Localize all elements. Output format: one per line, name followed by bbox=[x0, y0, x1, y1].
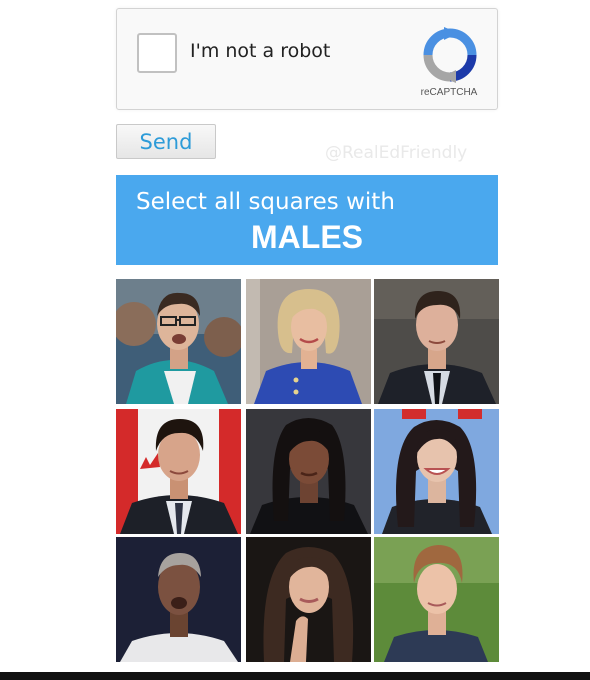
challenge-header: Select all squares with MALES bbox=[116, 175, 498, 265]
send-button[interactable]: Send bbox=[116, 124, 216, 159]
tile-photo-1-1 bbox=[116, 279, 241, 404]
grid-tile-3-2[interactable] bbox=[246, 537, 371, 662]
tile-photo-1-2 bbox=[246, 279, 371, 404]
recaptcha-widget: I'm not a robot reCAPTCHA bbox=[116, 8, 498, 110]
recaptcha-brand: reCAPTCHA bbox=[420, 87, 478, 98]
bottom-bar bbox=[0, 672, 590, 680]
tile-photo-1-3 bbox=[374, 279, 499, 404]
grid-tile-1-3[interactable] bbox=[374, 279, 499, 404]
tile-photo-2-3 bbox=[374, 409, 499, 534]
challenge-instruction: Select all squares with bbox=[136, 189, 395, 215]
grid-tile-1-1[interactable] bbox=[116, 279, 241, 404]
challenge-target: MALES bbox=[251, 219, 363, 255]
grid-tile-2-2[interactable] bbox=[246, 409, 371, 534]
not-robot-label: I'm not a robot bbox=[190, 40, 331, 62]
tile-photo-3-2 bbox=[246, 537, 371, 662]
watermark: @RealEdFriendly bbox=[325, 143, 468, 163]
grid-tile-2-1[interactable] bbox=[116, 409, 241, 534]
grid-tile-2-3[interactable] bbox=[374, 409, 499, 534]
tile-photo-2-2 bbox=[246, 409, 371, 534]
not-robot-checkbox[interactable] bbox=[137, 33, 177, 73]
tile-photo-3-1 bbox=[116, 537, 241, 662]
grid-tile-1-2[interactable] bbox=[246, 279, 371, 404]
grid-tile-3-1[interactable] bbox=[116, 537, 241, 662]
tile-photo-2-1 bbox=[116, 409, 241, 534]
tile-photo-3-3 bbox=[374, 537, 499, 662]
recaptcha-logo-icon bbox=[423, 27, 477, 83]
grid-tile-3-3[interactable] bbox=[374, 537, 499, 662]
